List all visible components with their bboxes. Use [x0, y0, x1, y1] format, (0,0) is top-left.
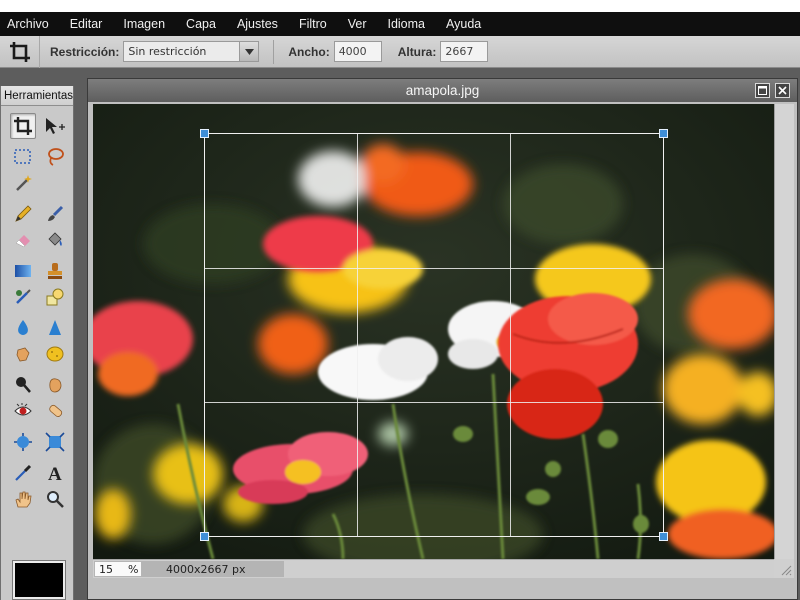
image-dimensions: 4000x2667 px [142, 561, 284, 577]
width-input[interactable]: 4000 [333, 41, 382, 62]
shape-tool-icon[interactable] [42, 284, 68, 310]
crop-grid-line [205, 402, 663, 403]
sponge-tool-icon[interactable] [42, 341, 68, 367]
tool-options-bar: Restricción: Sin restricción Ancho: 4000… [0, 35, 800, 68]
crop-tool-icon[interactable] [10, 113, 36, 139]
crop-grid-line [357, 134, 358, 537]
zoom-tool-icon[interactable] [42, 486, 68, 512]
crop-handle-top-right[interactable] [659, 129, 668, 138]
bloat-tool-icon[interactable] [10, 429, 36, 455]
vertical-scrollbar[interactable] [774, 104, 794, 559]
zoom-value: 15 [99, 562, 113, 576]
tools-panel: Herramientas A [0, 86, 74, 600]
crop-selection[interactable] [204, 133, 664, 537]
burn-tool-icon[interactable] [42, 372, 68, 398]
red-eye-tool-icon[interactable] [10, 398, 36, 424]
restriction-label: Restricción: [50, 44, 120, 59]
hand-tool-icon[interactable] [10, 486, 36, 512]
pinch-tool-icon[interactable] [42, 429, 68, 455]
spot-heal-tool-icon[interactable] [42, 398, 68, 424]
height-label: Altura: [397, 44, 437, 59]
crop-handle-bottom-left[interactable] [200, 532, 209, 541]
restriction-select[interactable]: Sin restricción [123, 41, 260, 62]
menu-ver[interactable]: Ver [339, 12, 379, 36]
blur-tool-icon[interactable] [10, 315, 36, 341]
eraser-tool-icon[interactable] [10, 227, 36, 253]
menu-ajustes[interactable]: Ajustes [228, 12, 290, 36]
zoom-field[interactable]: 15 % [94, 561, 142, 577]
magic-wand-tool-icon[interactable] [10, 170, 36, 196]
status-bar: 15 % 4000x2667 px [93, 559, 774, 578]
move-tool-icon[interactable] [42, 113, 68, 139]
sharpen-tool-icon[interactable] [42, 315, 68, 341]
menu-bar: Archivo Editar Imagen Capa Ajustes Filtr… [0, 12, 800, 36]
pencil-tool-icon[interactable] [10, 201, 36, 227]
crop-grid-line [510, 134, 511, 537]
menu-idioma[interactable]: Idioma [378, 12, 437, 36]
chevron-down-icon[interactable] [239, 42, 259, 61]
menu-ayuda[interactable]: Ayuda [437, 12, 493, 36]
lasso-tool-icon[interactable] [42, 144, 68, 170]
image-canvas[interactable] [93, 104, 774, 559]
svg-text:A: A [48, 464, 62, 483]
crop-handle-top-left[interactable] [200, 129, 209, 138]
crop-handle-bottom-right[interactable] [659, 532, 668, 541]
dodge-tool-icon[interactable] [10, 372, 36, 398]
color-replace-tool-icon[interactable] [10, 284, 36, 310]
document-window: amapola.jpg 15 % 4000x2667 px [87, 78, 798, 600]
menu-editar[interactable]: Editar [61, 12, 115, 36]
divider [273, 39, 275, 64]
text-tool-icon[interactable]: A [42, 460, 68, 486]
clone-stamp-tool-icon[interactable] [42, 258, 68, 284]
brush-tool-icon[interactable] [42, 201, 68, 227]
restriction-value: Sin restricción [128, 45, 207, 58]
top-strip [0, 0, 800, 12]
maximize-icon[interactable] [755, 83, 770, 98]
menu-archivo[interactable]: Archivo [0, 12, 61, 36]
menu-imagen[interactable]: Imagen [114, 12, 177, 36]
document-title: amapola.jpg [405, 83, 480, 98]
gradient-tool-icon[interactable] [10, 258, 36, 284]
marquee-tool-icon[interactable] [10, 144, 36, 170]
smudge-tool-icon[interactable] [10, 341, 36, 367]
paint-bucket-tool-icon[interactable] [42, 227, 68, 253]
menu-capa[interactable]: Capa [177, 12, 228, 36]
crop-grid-line [205, 268, 663, 269]
close-icon[interactable] [775, 83, 790, 98]
height-input[interactable]: 2667 [440, 41, 489, 62]
tools-panel-title: Herramientas [1, 86, 73, 106]
width-label: Ancho: [288, 44, 330, 59]
app-root: Archivo Editar Imagen Capa Ajustes Filtr… [0, 0, 800, 600]
crop-tool-icon [0, 35, 40, 68]
resize-grip-icon[interactable] [774, 559, 794, 578]
document-titlebar[interactable]: amapola.jpg [88, 79, 797, 102]
primary-color-swatch[interactable] [12, 560, 66, 600]
color-picker-tool-icon[interactable] [10, 460, 36, 486]
menu-filtro[interactable]: Filtro [290, 12, 339, 36]
zoom-unit: % [128, 562, 139, 576]
